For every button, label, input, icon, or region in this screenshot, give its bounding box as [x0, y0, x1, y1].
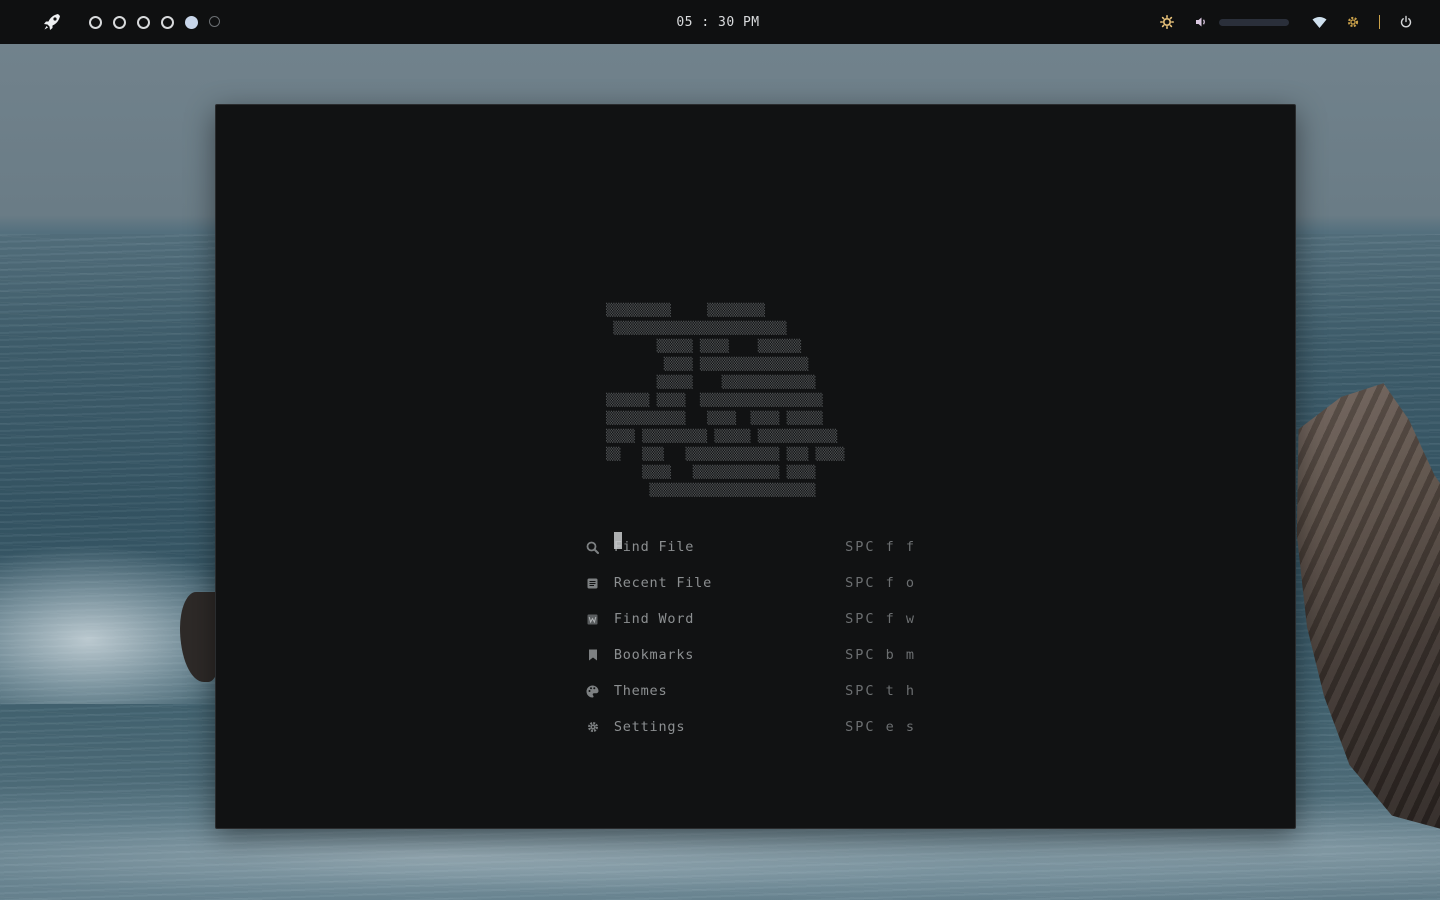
gear-icon	[586, 720, 600, 734]
menu-item-label: Find Word	[613, 611, 695, 627]
menu-item-find-word[interactable]: Find Word SPC f w	[586, 601, 916, 637]
system-tray	[1159, 12, 1414, 32]
dashboard-banner: ▒▒▒▒▒▒▒▒▒ ▒▒▒▒▒▒▒▒ ▒▒▒▒▒▒▒▒▒▒▒▒▒▒▒▒▒▒▒▒▒…	[606, 303, 845, 497]
tray-separator	[1379, 15, 1380, 29]
bookmark-icon	[586, 648, 600, 662]
menu-item-keybinding: SPC t h	[845, 683, 916, 699]
menu-item-bookmarks[interactable]: Bookmarks SPC b m	[586, 637, 916, 673]
menu-item-find-file[interactable]: Find File SPC f f	[586, 529, 916, 565]
search-icon	[586, 540, 600, 554]
file-icon	[586, 576, 600, 590]
power-icon[interactable]	[1398, 14, 1414, 30]
word-icon	[586, 612, 600, 626]
menu-item-label: Recent File	[613, 575, 713, 591]
volume-slider[interactable]	[1219, 18, 1289, 26]
menu-item-keybinding: SPC f w	[845, 611, 916, 627]
palette-icon	[586, 684, 600, 698]
editor-window[interactable]: ▒▒▒▒▒▒▒▒▒ ▒▒▒▒▒▒▒▒ ▒▒▒▒▒▒▒▒▒▒▒▒▒▒▒▒▒▒▒▒▒…	[215, 104, 1296, 829]
menu-item-recent-file[interactable]: Recent File SPC f o	[586, 565, 916, 601]
menu-item-keybinding: SPC f f	[845, 539, 916, 555]
menu-item-settings[interactable]: Settings SPC e s	[586, 709, 916, 745]
menu-item-label: Settings	[613, 719, 686, 735]
menu-item-label: Themes	[613, 683, 668, 699]
menu-item-label: Find File	[613, 539, 695, 555]
brightness-icon[interactable]	[1159, 14, 1175, 30]
top-bar: 05 : 30 PM	[0, 0, 1440, 44]
menu-item-themes[interactable]: Themes SPC t h	[586, 673, 916, 709]
volume-icon[interactable]	[1193, 14, 1209, 30]
text-cursor	[614, 532, 622, 549]
gear-icon[interactable]	[1345, 14, 1361, 30]
wifi-icon[interactable]	[1311, 14, 1327, 30]
menu-item-keybinding: SPC f o	[845, 575, 916, 591]
menu-item-label: Bookmarks	[613, 647, 695, 663]
menu-item-keybinding: SPC b m	[845, 647, 916, 663]
dashboard-menu: Find File SPC f f Recent File SPC f o Fi…	[586, 529, 916, 745]
menu-item-keybinding: SPC e s	[845, 719, 916, 735]
